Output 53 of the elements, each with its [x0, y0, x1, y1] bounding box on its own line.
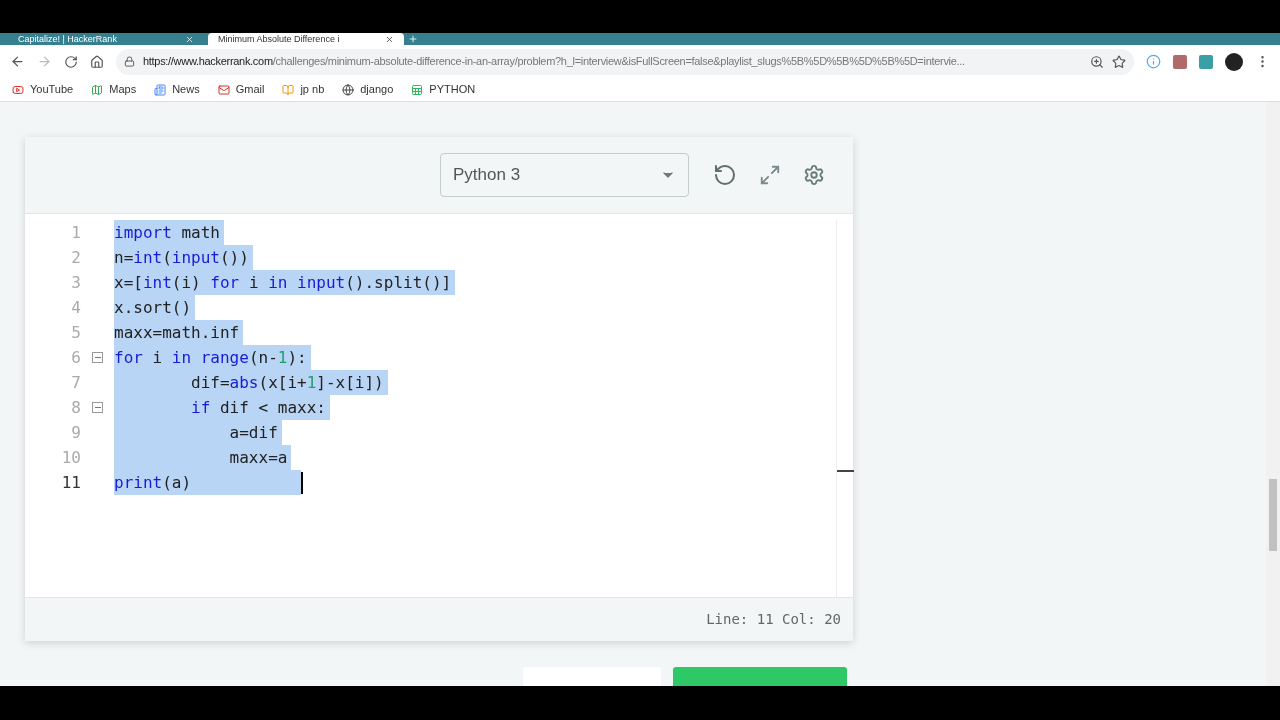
text-cursor — [301, 471, 304, 494]
line-number: 2 — [70, 246, 81, 269]
line-number: 11 — [60, 471, 81, 494]
bookmark-icon — [91, 83, 104, 96]
lock-icon — [124, 56, 135, 67]
scrollbar-thumb[interactable] — [1269, 479, 1277, 551]
line-number: 1 — [70, 221, 81, 244]
back-icon[interactable] — [10, 54, 25, 69]
bookmark-icon — [342, 83, 355, 96]
bookmark[interactable]: Gmail — [217, 81, 265, 98]
bookmark-icon — [282, 83, 295, 96]
fold-toggle-icon[interactable] — [92, 402, 103, 413]
settings-icon[interactable] — [803, 164, 825, 186]
close-icon[interactable] — [385, 34, 394, 44]
url-text: https://www.hackerrank.com/challenges/minimum-absolute-difference-in-an-array/problem?h_l=interview&isFullScreen=false&playlist_slugs%5B%5D%5B%5D%5B%5D=intervie... — [143, 54, 966, 70]
zoom-icon[interactable] — [1090, 54, 1104, 69]
scroll-marker — [837, 470, 854, 472]
bookmark-icon — [12, 83, 24, 96]
profile-avatar[interactable] — [1225, 52, 1243, 71]
bookmark-icon — [411, 83, 424, 96]
line-number: 3 — [70, 271, 81, 294]
new-tab-icon[interactable] — [408, 34, 418, 44]
line-number: 6 — [70, 346, 81, 369]
tab-title: Minimum Absolute Difference i — [218, 34, 341, 44]
address-bar[interactable]: https://www.hackerrank.com/challenges/minimum-absolute-difference-in-an-array/problem?h_l=interview&isFullScreen=false&playlist_slugs%5B%5D%5B%5D%5B%5D=intervie... — [116, 48, 1134, 75]
close-icon[interactable] — [185, 34, 194, 44]
bookmark-icon — [154, 83, 167, 96]
star-icon[interactable] — [1112, 54, 1126, 69]
line-number: 8 — [70, 396, 81, 419]
bookmark-icon — [217, 83, 230, 96]
browser-tab[interactable]: Minimum Absolute Difference i — [208, 33, 404, 45]
bookmark[interactable]: YouTube — [12, 81, 74, 98]
tab-title: Capitalize! | HackerRank — [18, 34, 118, 44]
info-icon[interactable] — [1146, 54, 1161, 69]
line-number: 9 — [70, 421, 81, 444]
fullscreen-icon[interactable] — [759, 164, 781, 186]
restore-code-icon[interactable] — [713, 163, 737, 187]
home-icon[interactable] — [90, 54, 104, 69]
fold-toggle-icon[interactable] — [92, 352, 103, 363]
line-number: 7 — [70, 371, 81, 394]
bookmark[interactable]: Maps — [91, 81, 137, 98]
reload-icon[interactable] — [64, 54, 78, 69]
pdf-extension-icon[interactable] — [1173, 54, 1187, 69]
bookmark[interactable]: News — [154, 81, 200, 98]
bookmark[interactable]: jp nb — [282, 81, 325, 98]
line-number: 10 — [60, 446, 81, 469]
language-select[interactable]: Python 3 — [440, 153, 689, 197]
line-number: 5 — [70, 321, 81, 344]
bookmark[interactable]: django — [342, 81, 394, 98]
extension-icon[interactable] — [1199, 54, 1213, 69]
bookmark[interactable]: PYTHON — [411, 81, 476, 98]
line-number: 4 — [70, 296, 81, 319]
cursor-position: Line: 11 Col: 20 — [706, 610, 841, 629]
